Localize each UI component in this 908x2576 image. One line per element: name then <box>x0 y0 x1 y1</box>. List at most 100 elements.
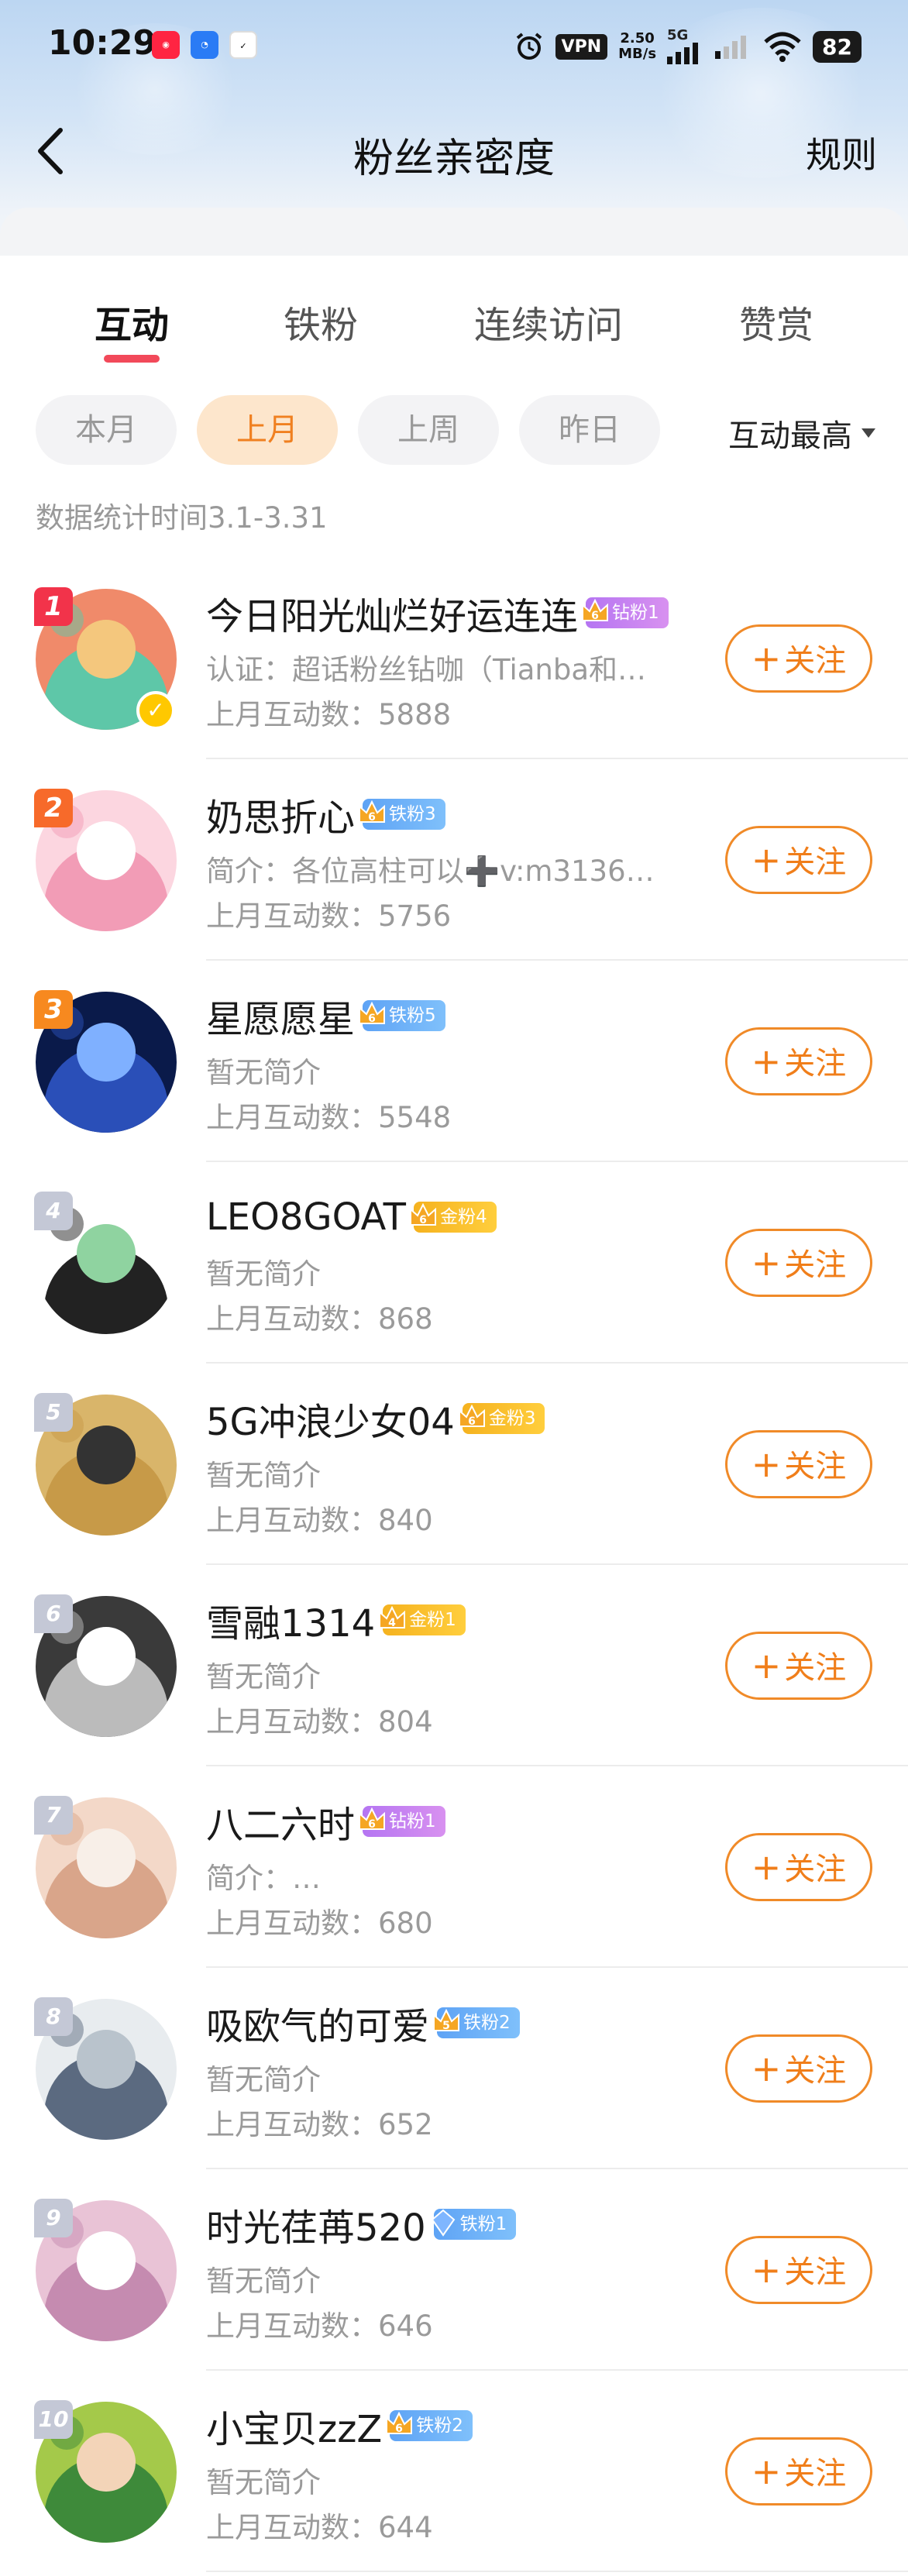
filter-this-month[interactable]: 本月 <box>36 395 177 465</box>
follow-button[interactable]: + 关注 <box>725 2437 872 2505</box>
rank-badge: 6 <box>34 1594 73 1633</box>
signal-weak-icon <box>715 36 747 59</box>
tab-iron-fans[interactable]: 铁粉 <box>284 294 358 349</box>
fan-description: 简介：各位高柱可以➕v:m31362… <box>206 855 671 888</box>
alarm-icon <box>516 33 542 60</box>
fan-name[interactable]: 今日阳光灿烂好运连连 <box>206 586 578 640</box>
fan-name[interactable]: 小宝贝zzZ <box>206 2399 382 2453</box>
plus-icon: + <box>751 1040 782 1082</box>
fan-name[interactable]: LEO8GOAT <box>206 1195 406 1239</box>
follow-button[interactable]: + 关注 <box>725 1027 872 1095</box>
tab-interaction[interactable]: 互动 <box>95 294 169 349</box>
plus-icon: + <box>751 839 782 881</box>
status-icons: VPN 2.50 MB/s 5G 82 <box>514 26 862 67</box>
svg-text:6: 6 <box>419 1214 427 1226</box>
sort-label: 互动最高 <box>728 418 852 454</box>
follow-button[interactable]: + 关注 <box>725 1833 872 1901</box>
fan-description: 认证：超话粉丝钻咖（Tianba和… <box>206 653 647 686</box>
crown-icon: 6 <box>458 1404 485 1428</box>
fan-description: 暂无简介 <box>206 1459 321 1492</box>
follow-button[interactable]: + 关注 <box>725 826 872 894</box>
page-title: 粉丝亲密度 <box>353 136 555 182</box>
rank-badge: 5 <box>34 1393 73 1432</box>
follow-button[interactable]: + 关注 <box>725 624 872 693</box>
tab-continuous-visits[interactable]: 连续访问 <box>474 294 623 349</box>
follow-button[interactable]: + 关注 <box>725 1229 872 1297</box>
tab-rewards[interactable]: 赞赏 <box>739 294 813 349</box>
active-tab-indicator <box>104 355 160 363</box>
fan-level-badge: 4 金粉1 <box>379 1604 466 1635</box>
plus-icon: + <box>751 1645 782 1687</box>
rank-badge: 2 <box>34 789 73 827</box>
fan-name[interactable]: 星愿愿星 <box>206 989 355 1043</box>
battery-indicator: 82 <box>813 30 862 63</box>
svg-text:6: 6 <box>368 1013 376 1025</box>
crown-icon: 6 <box>582 598 609 622</box>
plus-icon: + <box>751 1443 782 1485</box>
interaction-count: 上月互动数：652 <box>206 2108 433 2141</box>
fan-name[interactable]: 时光荏苒520 <box>206 2197 426 2251</box>
fan-list: 1 ✓ 今日阳光灿烂好运连连 6 钻粉1 认证：超话粉丝钻咖（Tianba和… 上月互动数：… <box>0 558 908 2572</box>
fan-description: 暂无简介 <box>206 1660 321 1694</box>
network-speed: 2.50 MB/s <box>618 30 657 62</box>
follow-button[interactable]: + 关注 <box>725 2236 872 2304</box>
fan-name[interactable]: 奶思折心 <box>206 787 355 841</box>
fan-row[interactable]: 10 小宝贝zzZ 6 铁粉2 暂无简介 上月互动数：644 + 关注 <box>0 2371 908 2572</box>
fan-row[interactable]: 5 5G冲浪少女04 6 金粉3 暂无简介 上月互动数：840 + 关注 <box>0 1364 908 1565</box>
rank-badge: 9 <box>34 2199 73 2237</box>
follow-button[interactable]: + 关注 <box>725 1430 872 1498</box>
crown-icon <box>431 2209 455 2237</box>
status-bar: 10:29 ◉ ◔ ✓ VPN 2.50 MB/s 5G 82 <box>0 0 908 93</box>
fan-level-badge: 6 钻粉1 <box>582 597 669 628</box>
follow-button[interactable]: + 关注 <box>725 2034 872 2103</box>
crown-icon: 6 <box>359 1001 386 1025</box>
fan-name[interactable]: 八二六时 <box>206 1794 355 1849</box>
fan-name[interactable]: 雪融1314 <box>206 1593 375 1647</box>
rules-link[interactable]: 规则 <box>806 127 877 178</box>
interaction-count: 上月互动数：804 <box>206 1705 433 1739</box>
interaction-count: 上月互动数：868 <box>206 1302 433 1336</box>
fan-row[interactable]: 2 奶思折心 6 铁粉3 简介：各位高柱可以➕v:m31362… 上月互动数：5756 + 关… <box>0 759 908 961</box>
plus-icon: + <box>751 2048 782 2089</box>
fan-level-badge: 6 钻粉1 <box>359 1806 445 1837</box>
app-notification-icon: ◉ <box>152 31 180 59</box>
app-notification-icon: ✓ <box>229 31 257 59</box>
fan-row[interactable]: 9 时光荏苒520 铁粉1 暂无简介上月互动数：646 + 关注 <box>0 2169 908 2371</box>
filter-last-week[interactable]: 上周 <box>358 395 499 465</box>
interaction-count: 上月互动数：644 <box>206 2511 433 2544</box>
interaction-count: 上月互动数：646 <box>206 2309 433 2343</box>
fan-row[interactable]: 8 吸欧气的可爱 5 铁粉2 暂无简介 上月互动数：652 + 关注 <box>0 1968 908 2169</box>
svg-text:6: 6 <box>395 2423 403 2435</box>
fan-level-badge: 铁粉1 <box>431 2209 517 2240</box>
verified-icon: ✓ <box>136 691 175 730</box>
interaction-count: 上月互动数：5548 <box>206 1101 452 1134</box>
interaction-count: 上月互动数：5888 <box>206 698 452 731</box>
follow-button[interactable]: + 关注 <box>725 1632 872 1700</box>
fan-row[interactable]: 3 星愿愿星 6 铁粉5 暂无简介 上月互动数：5548 + 关注 <box>0 961 908 1162</box>
fan-description: 暂无简介 <box>206 1257 321 1291</box>
plus-icon: + <box>751 2450 782 2492</box>
filter-yesterday[interactable]: 昨日 <box>519 395 660 465</box>
svg-text:5: 5 <box>442 2020 450 2032</box>
fan-row[interactable]: 1 ✓ 今日阳光灿烂好运连连 6 钻粉1 认证：超话粉丝钻咖（Tianba和… 上月互动数：… <box>0 558 908 759</box>
fan-description: 暂无简介 <box>206 2265 321 2298</box>
wifi-icon <box>764 32 801 62</box>
crown-icon: 4 <box>379 1605 406 1629</box>
app-notification-icon: ◔ <box>191 31 218 59</box>
fan-row[interactable]: 6 雪融1314 4 金粉1 暂无简介上月互动数：804 + 关注 <box>0 1565 908 1766</box>
signal-icon: 5G <box>667 29 704 64</box>
filter-last-month[interactable]: 上月 <box>197 395 338 465</box>
svg-text:4: 4 <box>388 1617 396 1629</box>
interaction-count: 上月互动数：680 <box>206 1907 433 1940</box>
interaction-count: 上月互动数：5756 <box>206 899 452 933</box>
rank-badge: 1 <box>34 587 73 626</box>
fan-row[interactable]: 4 LEO8GOAT 6 金粉4 暂无简介 上月互动数：868 + 关注 <box>0 1162 908 1364</box>
fan-name[interactable]: 吸欧气的可爱 <box>206 1996 429 2050</box>
sort-dropdown[interactable]: 互动最高 <box>728 411 877 456</box>
crown-icon: 6 <box>386 2411 413 2435</box>
fan-description: 暂无简介 <box>206 1056 321 1089</box>
caret-down-icon <box>862 428 875 438</box>
rank-badge: 7 <box>34 1796 73 1835</box>
fan-name[interactable]: 5G冲浪少女04 <box>206 1391 455 1446</box>
fan-row[interactable]: 7 八二六时 6 钻粉1 简介：… 上月互动数：680 + 关注 <box>0 1766 908 1968</box>
